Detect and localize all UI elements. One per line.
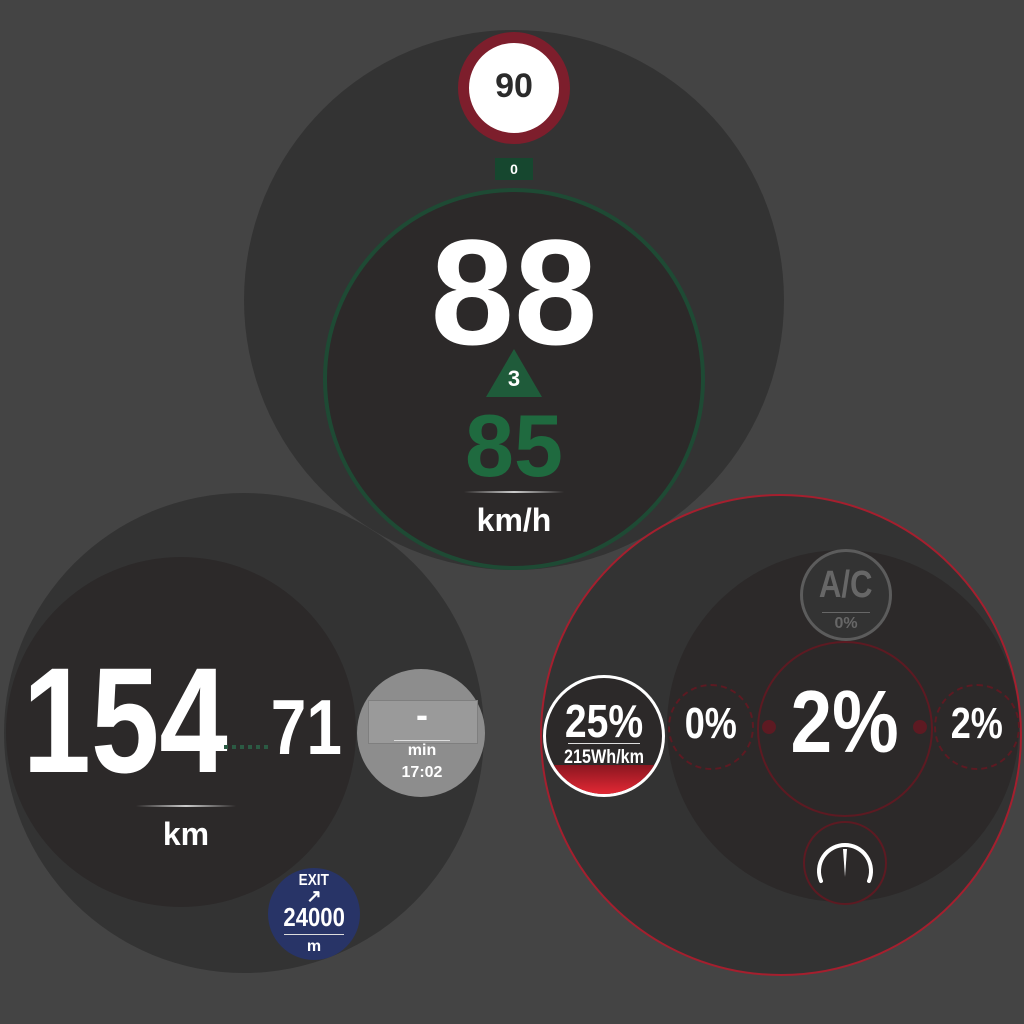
speed-unit: km/h (476, 502, 552, 538)
time-remaining-value: - (416, 694, 428, 735)
main-power-value: 2% (757, 670, 933, 774)
range-divider (136, 805, 236, 807)
exit-divider (284, 934, 344, 935)
speed-offset-badge: 0 (495, 158, 533, 180)
speed-delta: 3 (507, 366, 521, 391)
speedometer-gauge-icon (817, 843, 873, 883)
left-connector-dot (762, 720, 776, 734)
ac-label: A/C (800, 564, 892, 607)
range-primary-text: 154 (22, 636, 228, 804)
ac-label-text: A/C (819, 564, 873, 606)
right-power-text: 2% (950, 699, 1004, 748)
energy-consumption-text: 215Wh/km (564, 747, 644, 768)
left-power-value: 0% (668, 699, 754, 749)
exit-distance: 24000 (268, 902, 360, 933)
range-secondary-value: 71 (256, 682, 356, 772)
energy-consumption: 215Wh/km (543, 747, 665, 769)
main-power-text: 2% (790, 672, 900, 771)
battery-soc-value: 25% (543, 694, 665, 748)
target-speed: 85 (465, 396, 563, 495)
speed-divider (464, 491, 564, 493)
time-remaining-unit: min (407, 742, 437, 759)
right-connector-dot (913, 720, 927, 734)
speed-limit-value: 90 (495, 67, 533, 105)
right-power-value: 2% (934, 699, 1020, 749)
exit-distance-unit: m (306, 938, 322, 955)
range-secondary-text: 71 (270, 683, 342, 771)
range-unit: km (162, 816, 210, 852)
battery-soc-text: 25% (564, 695, 644, 747)
dashboard: 90 0 88 3 85 km/h 154 71 km - min 17:02 … (0, 0, 1024, 1024)
ac-divider (822, 612, 870, 613)
left-power-text: 0% (684, 699, 738, 748)
arrival-time: 17:02 (401, 764, 443, 781)
battery-divider (568, 743, 640, 744)
current-speed: 88 (430, 208, 598, 376)
drive-mode-button[interactable] (803, 821, 887, 905)
gauge-needle (843, 849, 847, 877)
exit-distance-text: 24000 (283, 902, 345, 932)
battery-soc-fill (546, 765, 662, 794)
ac-power-value: 0% (834, 615, 858, 632)
time-divider (394, 740, 450, 741)
range-primary-value: 154 (0, 640, 230, 800)
